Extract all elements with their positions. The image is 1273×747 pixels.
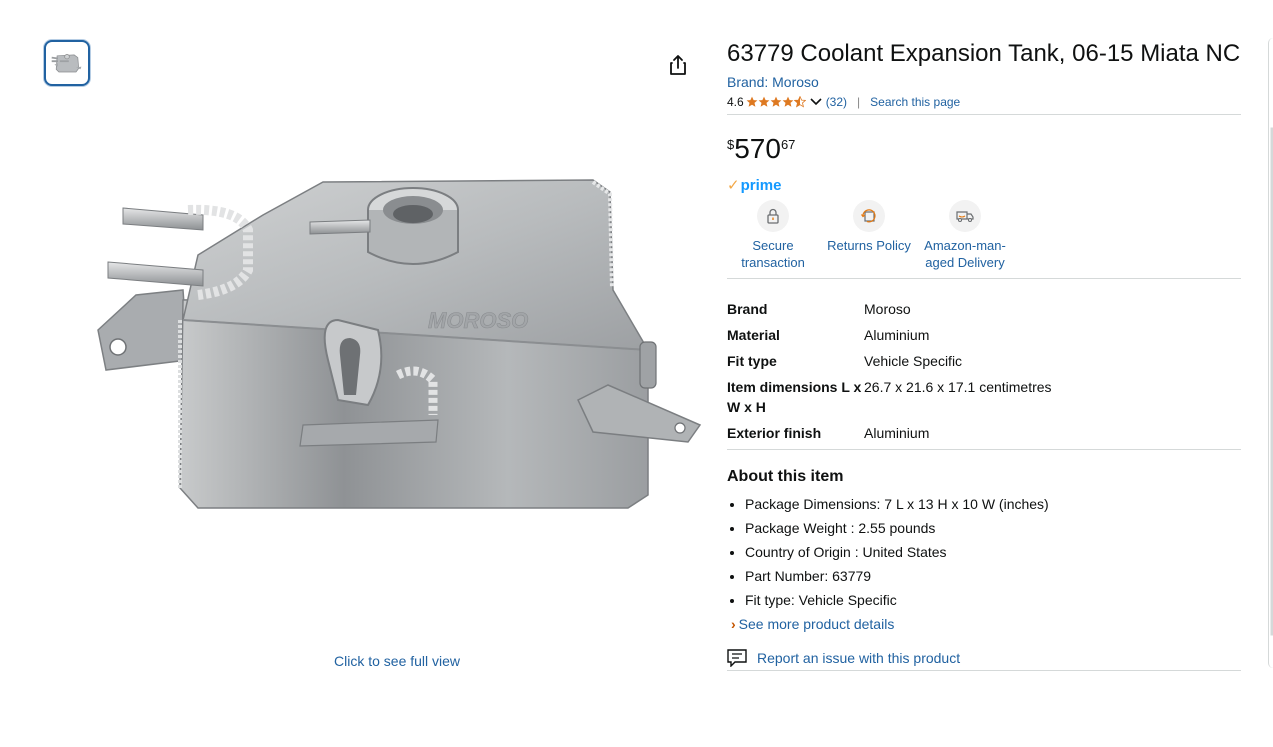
share-button[interactable] (666, 53, 690, 77)
star-rating[interactable] (746, 96, 806, 108)
report-chat-icon (727, 649, 747, 667)
price-fraction: 67 (780, 137, 796, 152)
spec-value: Moroso (864, 301, 911, 317)
prime-badge: ✓ prime (727, 176, 1241, 195)
scrollbar[interactable] (1268, 38, 1273, 668)
see-more-details-link[interactable]: › See more product details (731, 612, 1241, 636)
spec-value: 26.7 x 21.6 x 17.1 centimetres (864, 379, 1052, 395)
brand-link[interactable]: Brand: Moroso (727, 73, 1241, 91)
about-heading: About this item (727, 468, 844, 485)
list-item: Package Weight : 2.55 pounds (745, 516, 1241, 540)
list-item: Package Dimensions: 7 L x 13 H x 10 W (i… (745, 492, 1241, 516)
star-full-icon (782, 96, 794, 107)
star-full-icon (758, 96, 770, 107)
search-this-page-link[interactable]: Search this page (870, 95, 960, 109)
star-half-icon (793, 96, 806, 108)
chevron-down-icon[interactable] (810, 98, 822, 106)
prime-label: prime (740, 176, 782, 194)
delivery-label-line2: aged Delivery (925, 255, 1005, 270)
share-icon (670, 55, 686, 75)
spec-row: Fit type Vehicle Specific (727, 351, 1241, 371)
spec-row: Material Aluminium (727, 325, 1241, 345)
divider: | (857, 95, 861, 109)
chevron-right-icon: › (731, 616, 736, 632)
lock-icon (757, 200, 789, 232)
secure-transaction-badge[interactable]: Secure transaction (725, 200, 821, 280)
rating-row: 4.6 (32) | Search this page (727, 93, 1241, 111)
divider (727, 449, 1241, 450)
price-symbol: $ (727, 137, 735, 152)
tank-thumbnail-image (49, 45, 85, 81)
price-whole: 570 (734, 133, 781, 164)
coolant-tank-image: MOROSO (97, 179, 702, 509)
spec-value: Vehicle Specific (864, 353, 963, 369)
returns-icon (853, 200, 885, 232)
product-title: 63779 Coolant Expansion Tank, 06-15 Miat… (727, 40, 1241, 67)
amazon-managed-delivery-badge[interactable]: Amazon-man- aged Delivery (917, 200, 1013, 280)
delivery-label-line1: Amazon-man- (924, 238, 1006, 253)
trust-badges: Secure transaction Returns Policy Amazon… (727, 200, 1241, 280)
spec-row: Brand Moroso (727, 299, 1241, 319)
spec-value: Aluminium (864, 327, 930, 343)
spec-row: Item dimensions L x W x H 26.7 x 21.6 x … (727, 377, 1241, 417)
report-issue-link[interactable]: Report an issue with this product (727, 648, 1241, 668)
report-label: Report an issue with this product (757, 650, 961, 666)
product-details-column: 63779 Coolant Expansion Tank, 06-15 Miat… (727, 38, 1241, 671)
spec-key: Material (727, 327, 780, 343)
click-full-view-link[interactable]: Click to see full view (334, 653, 460, 669)
divider (727, 670, 1241, 671)
returns-label: Returns Policy (827, 238, 911, 253)
spec-key: Item dimensions L x W x H (727, 377, 864, 417)
divider (727, 114, 1241, 115)
secure-label-line2: transaction (741, 255, 805, 270)
list-item: Country of Origin : United States (745, 540, 1241, 564)
star-full-icon (770, 96, 782, 107)
embossed-logo: MOROSO (428, 308, 528, 333)
star-full-icon (746, 96, 758, 107)
about-bullets: Package Dimensions: 7 L x 13 H x 10 W (i… (727, 492, 1241, 612)
spec-key: Brand (727, 301, 768, 317)
spec-key: Fit type (727, 353, 777, 369)
list-item: Fit type: Vehicle Specific (745, 588, 1241, 612)
delivery-van-icon (949, 200, 981, 232)
price: $ 570 67 (727, 133, 1241, 167)
spec-value: Aluminium (864, 425, 930, 441)
image-thumbnail[interactable] (44, 40, 90, 86)
main-product-image[interactable]: MOROSO (88, 170, 706, 520)
secure-label-line1: Secure (752, 238, 794, 253)
returns-policy-badge[interactable]: Returns Policy (821, 200, 917, 280)
spec-key-line2: W x H (727, 399, 766, 415)
rating-value: 4.6 (727, 95, 744, 109)
spec-key-line1: Item dimensions L x (727, 379, 862, 395)
rating-count-link[interactable]: (32) (826, 95, 847, 109)
product-specs-table: Brand Moroso Material Aluminium Fit type… (727, 299, 1241, 443)
list-item: Part Number: 63779 (745, 564, 1241, 588)
see-more-label: See more product details (738, 616, 895, 632)
spec-key: Exterior finish (727, 425, 822, 441)
prime-check-icon: ✓ (727, 177, 740, 194)
spec-row: Exterior finish Aluminium (727, 423, 1241, 443)
